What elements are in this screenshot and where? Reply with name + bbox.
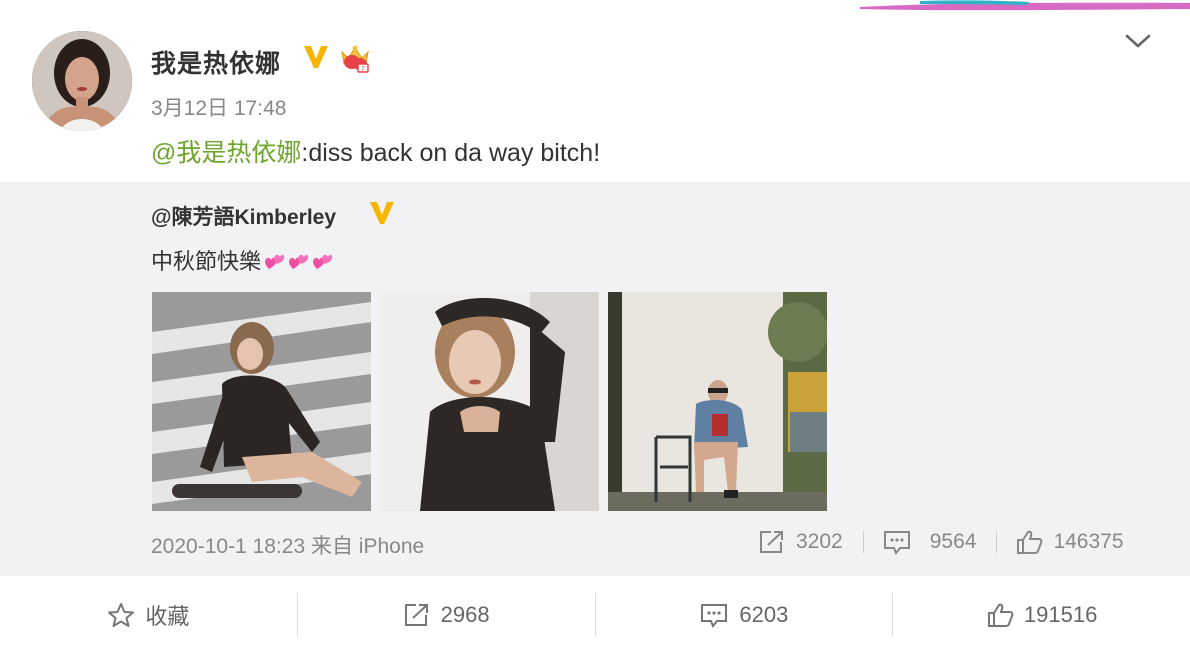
thumbs-up-icon	[1017, 530, 1043, 554]
comment-icon	[701, 604, 728, 628]
retweet-comment-stat[interactable]: 9564	[882, 529, 977, 555]
share-icon	[760, 531, 783, 553]
action-bar: 收藏 2968 6203 191516	[0, 576, 1190, 654]
retweet-like-count: 146375	[1053, 530, 1124, 553]
retweet-repost-count: 3202	[796, 530, 843, 553]
decorative-brush-stroke	[860, 0, 1190, 11]
author-name[interactable]: 我是热依娜	[151, 44, 281, 80]
retweet-box[interactable]: @陳芳語Kimberley 中秋節快樂 2020-10-1 18:23 来自 i…	[0, 182, 1190, 576]
retweet-repost-stat[interactable]: 3202	[758, 529, 843, 555]
like-button[interactable]: 191516	[893, 576, 1190, 654]
thumbs-up-icon	[987, 603, 1014, 627]
post-time[interactable]: 3月12日 17:48	[151, 92, 286, 122]
retweet-stats: 3202 9564 146375	[758, 527, 1124, 557]
retweet-photo-1[interactable]	[152, 292, 371, 511]
post-text: @我是热依娜:diss back on da way bitch!	[151, 133, 600, 169]
divider	[862, 531, 864, 553]
star-icon	[108, 603, 135, 627]
retweet-author[interactable]: @陳芳語Kimberley	[151, 201, 336, 231]
divider	[996, 531, 998, 553]
comment-icon	[883, 531, 910, 555]
retweet-text-row: 中秋節快樂	[151, 244, 333, 276]
retweet-photo-3[interactable]	[608, 292, 827, 511]
verified-v-icon	[304, 46, 328, 68]
retweet-comment-count: 9564	[929, 530, 977, 553]
avatar[interactable]	[32, 31, 132, 131]
post-body: :diss back on da way bitch!	[301, 139, 601, 167]
heart-emoji-icon	[289, 254, 309, 269]
chevron-down-icon[interactable]	[1124, 30, 1152, 52]
mention-link[interactable]: @我是热依娜	[151, 139, 301, 167]
favorite-button[interactable]: 收藏	[0, 576, 297, 654]
share-icon	[404, 604, 428, 626]
retweet-meta: 2020-10-1 18:23 来自 iPhone	[151, 535, 425, 558]
heart-emoji-icon	[313, 254, 333, 269]
retweet-photo-2[interactable]	[380, 292, 599, 511]
heart-emoji-icon	[265, 254, 285, 269]
retweet-text: 中秋節快樂	[151, 249, 262, 274]
repost-button[interactable]: 2968	[298, 576, 595, 654]
verified-v-icon	[370, 202, 394, 224]
comment-button[interactable]: 6203	[596, 576, 893, 654]
repost-count: 2968	[440, 602, 490, 627]
comment-count: 6203	[739, 602, 789, 627]
weibo-post: 我是热依娜 7 3月12日 17:48 @我是热依娜:diss back on …	[0, 0, 1190, 654]
favorite-label: 收藏	[145, 604, 190, 629]
retweet-like-stat[interactable]: 146375	[1015, 529, 1124, 555]
svg-text:7: 7	[361, 66, 365, 73]
crown-badge-icon: 7	[341, 45, 369, 73]
like-count: 191516	[1023, 602, 1098, 627]
